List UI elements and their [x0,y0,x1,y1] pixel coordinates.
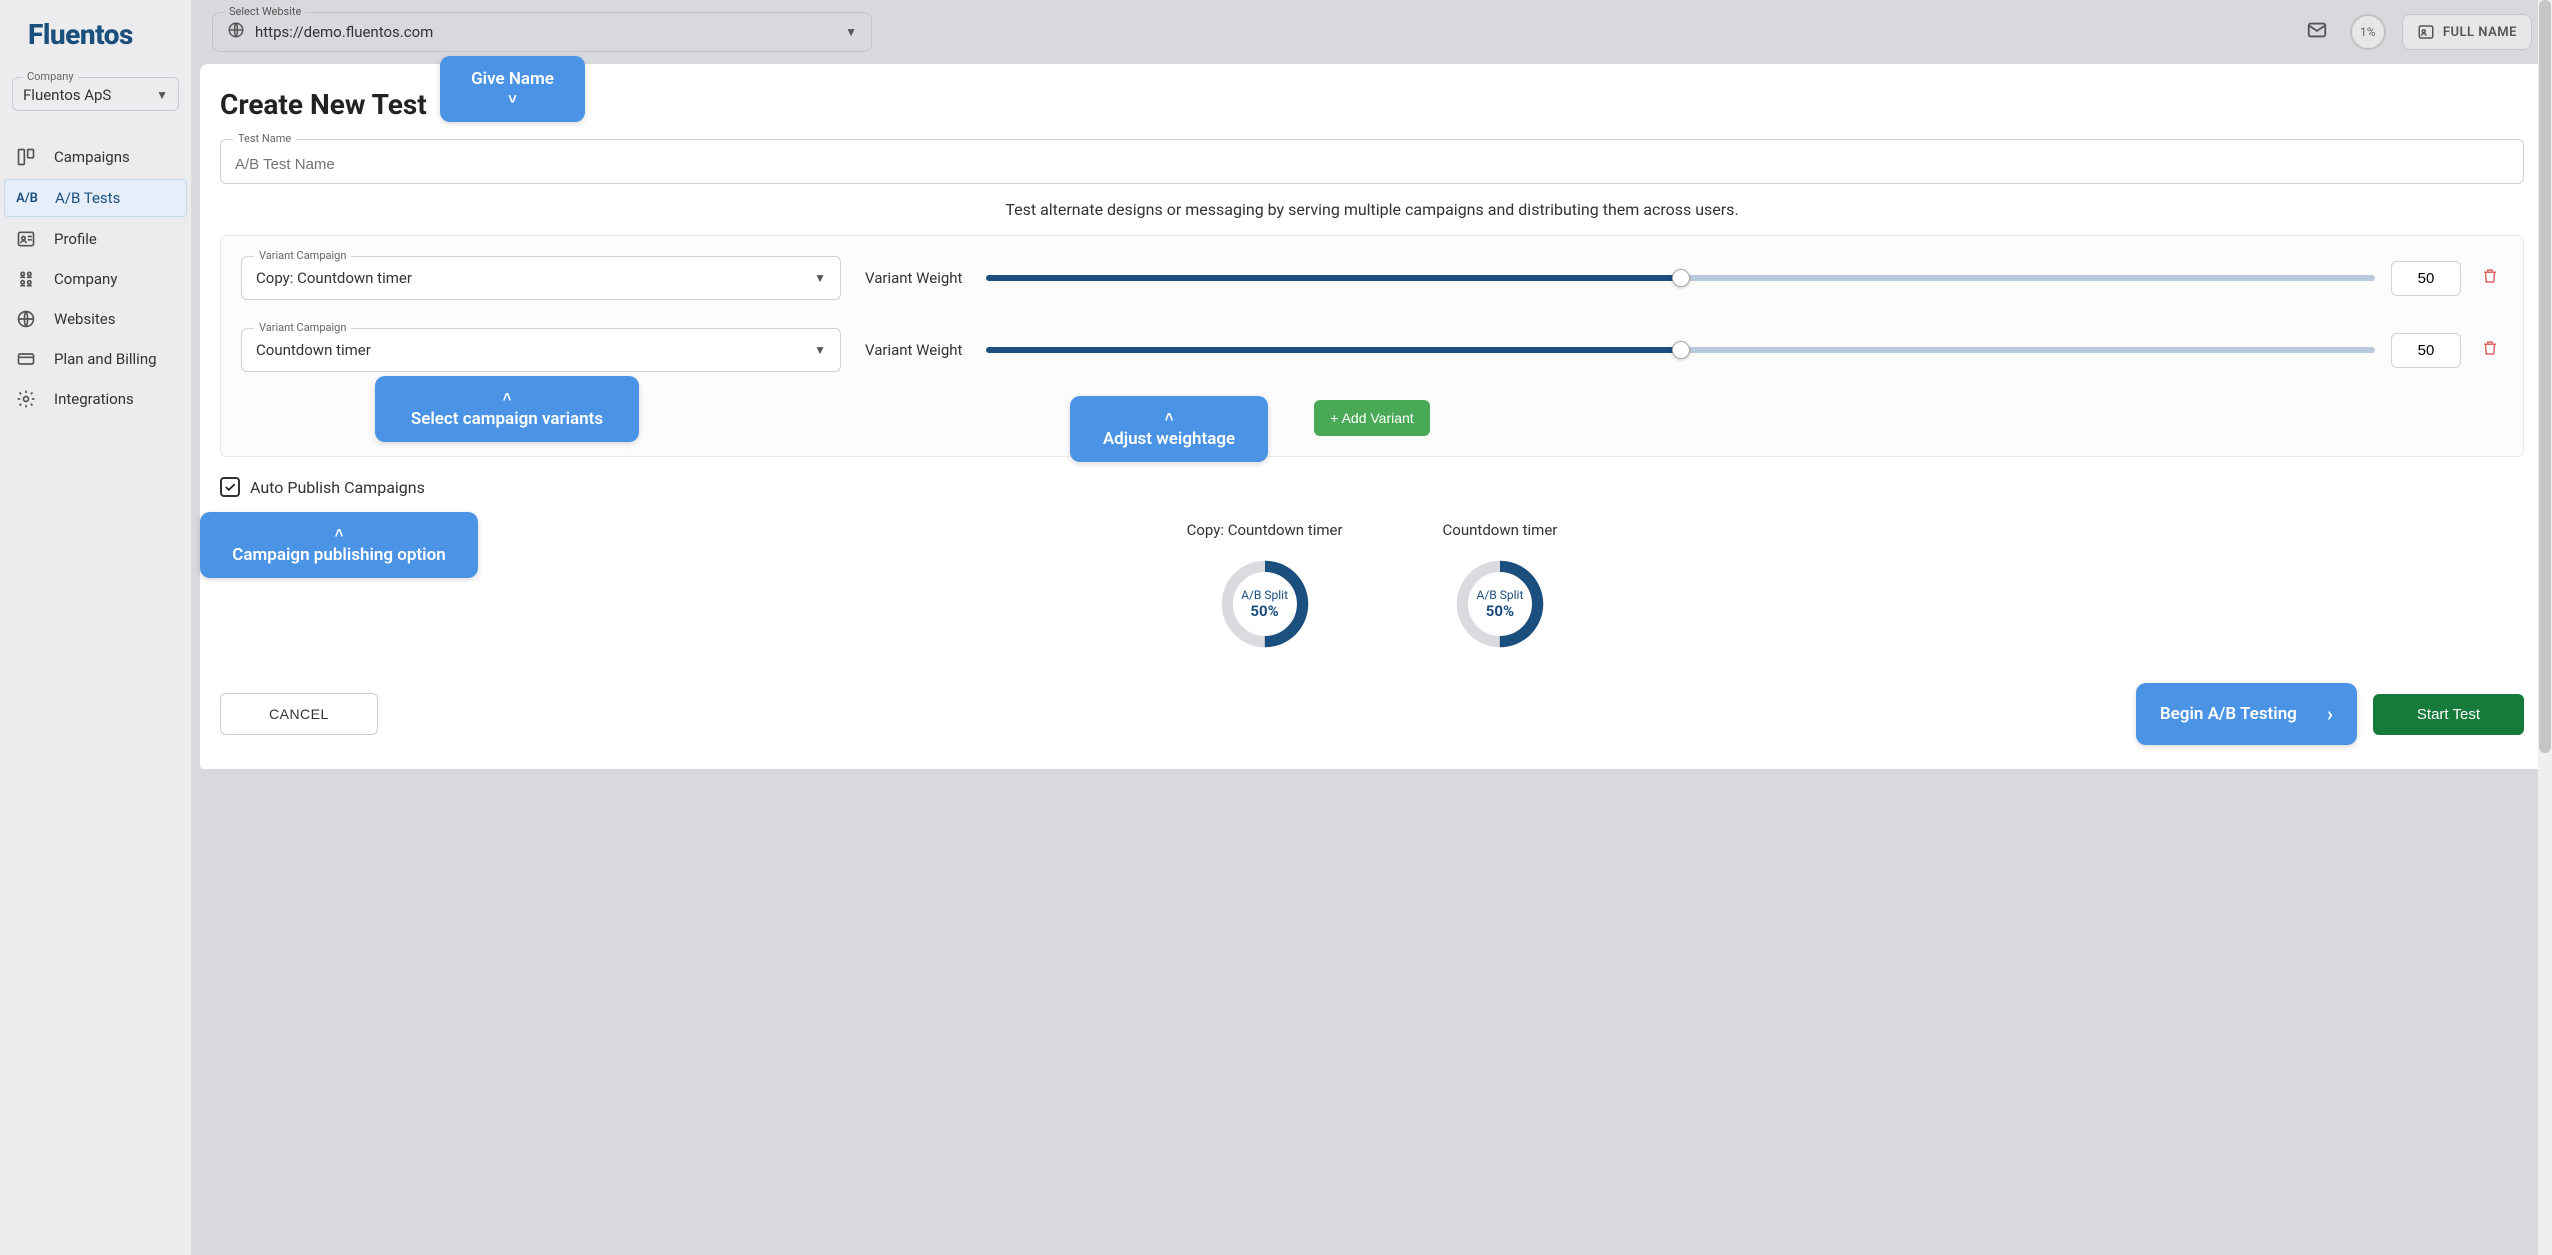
variant-campaign-select[interactable]: Variant Campaign Copy: Countdown timer ▼ [241,256,841,300]
gear-icon [14,389,38,409]
sidebar-item-label: Plan and Billing [54,350,157,368]
sidebar-item-abtests[interactable]: A/B A/B Tests [4,179,187,217]
variant-row: Variant Campaign Countdown timer ▼ Varia… [241,328,2503,372]
nav: Campaigns A/B A/B Tests Profile Company [0,137,191,419]
mail-icon[interactable] [2300,13,2334,51]
user-menu[interactable]: FULL NAME [2402,14,2532,50]
trash-icon[interactable] [2477,263,2503,293]
test-name-field[interactable]: Test Name [220,139,2524,184]
sidebar-item-label: A/B Tests [55,189,120,207]
scrollbar[interactable] [2538,0,2552,1255]
sidebar-item-integrations[interactable]: Integrations [0,379,191,419]
variant-weight-label: Variant Weight [865,269,962,287]
donut-chart: A/B Split 50% [1453,557,1547,651]
callout-select-variants: ˄ Select campaign variants [375,376,639,442]
callout-give-name: Give Name ˅ [440,56,585,122]
sidebar-item-label: Profile [54,230,97,248]
donut-chart: A/B Split 50% [1218,557,1312,651]
billing-icon [14,349,38,369]
variant-campaign-value: Copy: Countdown timer [256,269,412,287]
sidebar-item-label: Integrations [54,390,134,408]
slider-thumb[interactable] [1672,269,1690,287]
variant-row: Variant Campaign Copy: Countdown timer ▼… [241,256,2503,300]
page-subtitle: Test alternate designs or messaging by s… [220,200,2524,219]
content: Create New Test Give Name ˅ Test Name Te… [200,64,2544,769]
user-name: FULL NAME [2443,25,2517,40]
bottom-row: CANCEL Begin A/B Testing › Start Test [220,683,2524,745]
sidebar-item-campaigns[interactable]: Campaigns [0,137,191,177]
donut-pct: 50% [1250,602,1278,620]
chevron-down-icon: ▼ [814,343,826,357]
chevron-down-icon: ▼ [156,88,168,102]
chevron-down-icon: ▼ [814,271,826,285]
company-select[interactable]: Company Fluentos ApS ▼ [12,77,179,111]
variant-campaign-select[interactable]: Variant Campaign Countdown timer ▼ [241,328,841,372]
company-value: Fluentos ApS [23,86,111,104]
website-value: https://demo.fluentos.com [255,23,835,41]
donut-label: A/B Split [1477,588,1524,602]
variant-campaign-label: Variant Campaign [254,321,351,334]
callout-publish-option: ˄ Campaign publishing option [200,512,478,578]
variant-weight-slider[interactable] [986,347,2375,353]
cancel-button[interactable]: CANCEL [220,693,378,735]
websites-icon [14,309,38,329]
sidebar-item-label: Websites [54,310,115,328]
sidebar-item-label: Company [54,270,117,288]
variant-weight-input[interactable] [2391,333,2461,368]
sidebar-item-websites[interactable]: Websites [0,299,191,339]
variant-weight-input[interactable] [2391,261,2461,296]
scrollbar-thumb[interactable] [2539,0,2551,753]
user-icon [2417,23,2435,41]
auto-publish-row[interactable]: Auto Publish Campaigns [220,477,2524,497]
checkbox-icon[interactable] [220,477,240,497]
sidebar-item-billing[interactable]: Plan and Billing [0,339,191,379]
start-test-button[interactable]: Start Test [2373,694,2524,735]
sidebar-item-company[interactable]: Company [0,259,191,299]
profile-icon [14,229,38,249]
company-label: Company [23,70,78,83]
ab-icon: A/B [15,191,39,206]
callout-adjust-weight: ˄ Adjust weightage [1070,396,1268,462]
donut-label: A/B Split [1241,588,1288,602]
variant-campaign-label: Variant Campaign [254,249,351,262]
sidebar-item-profile[interactable]: Profile [0,219,191,259]
donut-col: Copy: Countdown timer A/B Split 50% [1187,521,1343,651]
donut-title: Countdown timer [1443,521,1558,539]
variant-weight-label: Variant Weight [865,341,962,359]
header: Select Website https://demo.fluentos.com… [192,0,2552,64]
completion-badge[interactable]: 1% [2350,14,2386,50]
campaigns-icon [14,147,38,167]
company-icon [14,269,38,289]
add-variant-button[interactable]: + Add Variant [1314,400,1429,436]
auto-publish-label: Auto Publish Campaigns [250,478,425,497]
donut-pct: 50% [1486,602,1514,620]
brand-logo: Fluentos [0,0,191,69]
test-name-input[interactable] [235,156,2509,173]
slider-thumb[interactable] [1672,341,1690,359]
trash-icon[interactable] [2477,335,2503,365]
callout-begin-testing: Begin A/B Testing › [2136,683,2357,745]
donut-charts: Copy: Countdown timer A/B Split 50% Coun [220,521,2524,651]
chevron-down-icon: ▼ [845,25,857,39]
test-name-label: Test Name [233,132,296,145]
sidebar-item-label: Campaigns [54,148,130,166]
variants-panel: Variant Campaign Copy: Countdown timer ▼… [220,235,2524,457]
website-select[interactable]: Select Website https://demo.fluentos.com… [212,12,872,52]
variant-campaign-value: Countdown timer [256,341,371,359]
globe-icon [227,21,245,43]
sidebar: Fluentos Company Fluentos ApS ▼ Campaign… [0,0,192,1255]
variant-weight-slider[interactable] [986,275,2375,281]
donut-title: Copy: Countdown timer [1187,521,1343,539]
donut-col: Countdown timer A/B Split 50% [1443,521,1558,651]
website-label: Select Website [225,5,305,18]
